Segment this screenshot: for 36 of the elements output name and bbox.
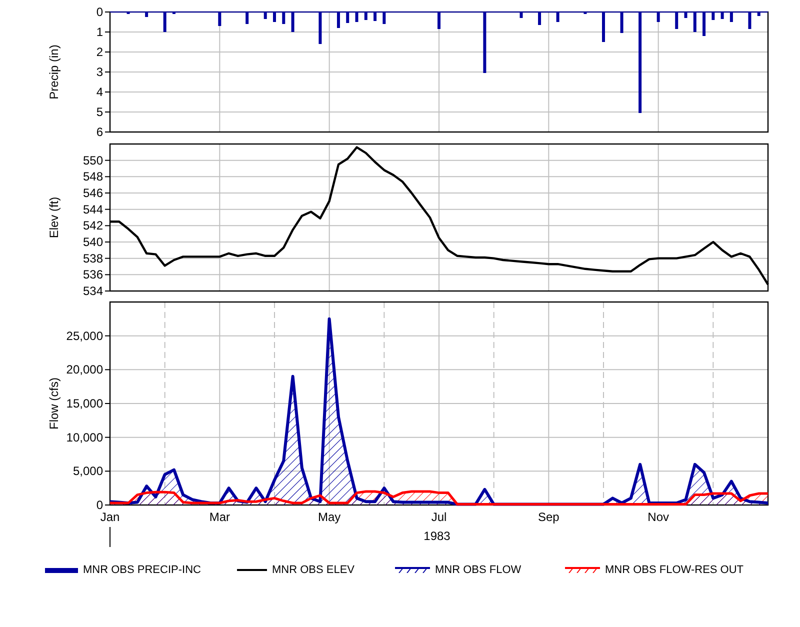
x-tick-label: Nov: [648, 510, 669, 524]
y-tick-label: 3: [96, 65, 103, 79]
legend-label: MNR OBS FLOW-RES OUT: [605, 564, 744, 576]
y-tick-label: 1: [96, 25, 103, 39]
y-tick-label: 15,000: [66, 396, 103, 410]
y-tick-label: 546: [82, 186, 103, 200]
y-tick-label: 6: [96, 125, 103, 139]
y-tick-label: 25,000: [66, 328, 103, 343]
y-tick-label: 550: [82, 153, 103, 168]
y-tick-label: 5: [96, 105, 103, 119]
y-tick-label: 5,000: [72, 464, 103, 478]
y-tick-label: 0: [96, 498, 103, 512]
x-tick-label: Jan: [100, 510, 120, 524]
x-tick-label: May: [318, 510, 341, 524]
y-tick-label: 534: [82, 284, 103, 296]
y-axis-title: Flow (cfs): [47, 378, 61, 430]
y-axis-title: Elev (ft): [47, 196, 61, 238]
y-axis-title: Precip (in): [47, 44, 61, 100]
y-tick-label: 2: [96, 45, 103, 59]
x-axis-title: 1983: [424, 529, 450, 543]
y-tick-label: 538: [82, 251, 103, 266]
y-tick-label: 548: [82, 170, 103, 184]
legend-label: MNR OBS PRECIP-INC: [83, 564, 201, 576]
legend-label: MNR OBS ELEV: [272, 564, 355, 576]
x-tick-label: Jul: [431, 510, 447, 524]
x-tick-label: Mar: [209, 510, 230, 524]
y-tick-label: 4: [96, 85, 103, 99]
y-tick-label: 20,000: [66, 362, 103, 377]
legend-label: MNR OBS FLOW: [435, 564, 522, 576]
y-tick-label: 0: [96, 5, 103, 19]
y-tick-label: 10,000: [66, 430, 103, 444]
y-tick-label: 536: [82, 268, 103, 282]
y-tick-label: 544: [82, 202, 103, 216]
y-tick-label: 542: [82, 218, 103, 233]
y-tick-label: 540: [82, 235, 103, 249]
x-tick-label: Sep: [538, 510, 560, 524]
